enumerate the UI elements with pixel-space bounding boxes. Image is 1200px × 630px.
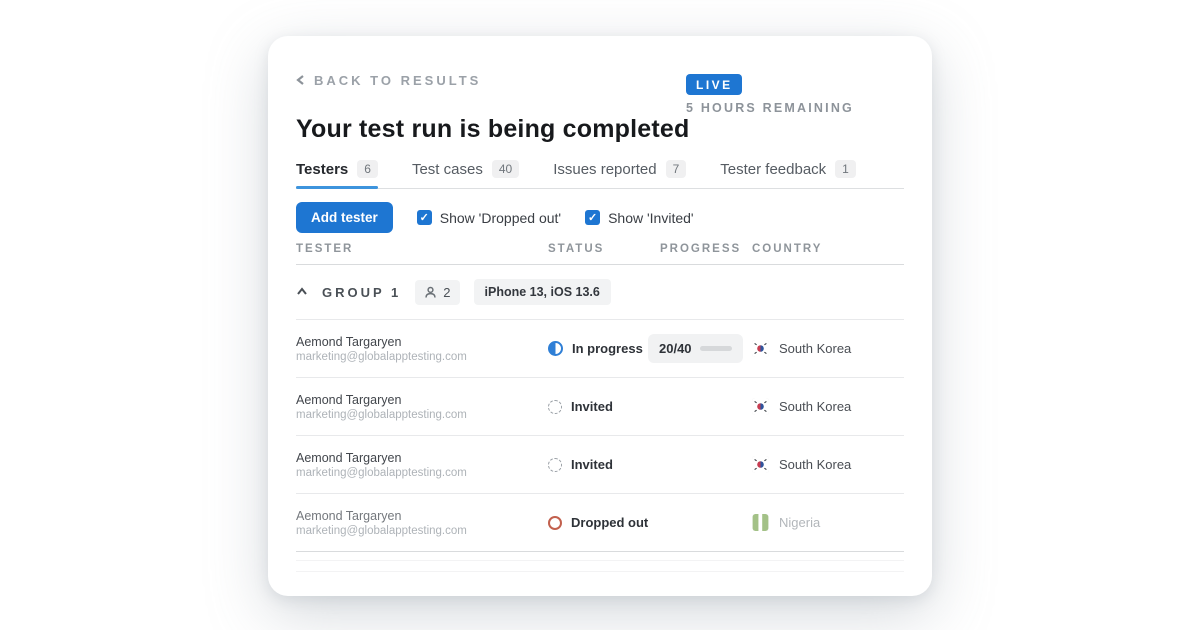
chevron-up-icon[interactable] <box>296 286 308 298</box>
tab-issues-reported-count: 7 <box>666 160 687 178</box>
table-row[interactable]: Aemond Targaryen marketing@globalapptest… <box>296 436 904 493</box>
toolbar: Add tester ✓ Show 'Dropped out' ✓ Show '… <box>296 202 904 233</box>
collapsed-row-edge <box>296 560 904 561</box>
progress-bar <box>700 346 732 351</box>
tab-tester-feedback-count: 1 <box>835 160 856 178</box>
tabs-divider <box>296 188 904 189</box>
south-korea-flag-icon <box>752 398 769 415</box>
tab-testers-label: Testers <box>296 161 348 178</box>
status-label: In progress <box>572 341 643 356</box>
page-title: Your test run is being completed <box>296 115 904 144</box>
country-label: Nigeria <box>779 515 820 530</box>
tab-testers-count: 6 <box>357 160 378 178</box>
tester-name: Aemond Targaryen <box>296 451 548 465</box>
group-member-count: 2 <box>443 285 450 300</box>
progress-cell: 20/40 <box>660 334 752 363</box>
column-header-country: COUNTRY <box>752 243 904 255</box>
south-korea-flag-icon <box>752 456 769 473</box>
chevron-left-icon <box>296 75 306 85</box>
checkbox-checked-icon[interactable]: ✓ <box>417 210 432 225</box>
tester-cell: Aemond Targaryen marketing@globalapptest… <box>296 393 548 421</box>
tab-test-cases[interactable]: Test cases 40 <box>412 160 519 188</box>
tab-issues-reported[interactable]: Issues reported 7 <box>553 160 686 188</box>
country-cell: Nigeria <box>752 514 904 531</box>
column-header-status: STATUS <box>548 243 660 255</box>
show-dropped-out-label[interactable]: Show 'Dropped out' <box>440 210 561 226</box>
country-label: South Korea <box>779 399 851 414</box>
tester-email: marketing@globalapptesting.com <box>296 351 548 363</box>
table-row[interactable]: Aemond Targaryen marketing@globalapptest… <box>296 494 904 551</box>
country-label: South Korea <box>779 341 851 356</box>
country-cell: South Korea <box>752 340 904 357</box>
tester-email: marketing@globalapptesting.com <box>296 525 548 537</box>
nigeria-flag-icon <box>752 514 769 531</box>
tab-issues-reported-label: Issues reported <box>553 161 656 178</box>
status-cell: In progress <box>548 341 660 356</box>
status-cell: Invited <box>548 399 660 414</box>
table-row[interactable]: Aemond Targaryen marketing@globalapptest… <box>296 320 904 377</box>
tester-cell: Aemond Targaryen marketing@globalapptest… <box>296 509 548 537</box>
tab-test-cases-count: 40 <box>492 160 519 178</box>
show-invited-label[interactable]: Show 'Invited' <box>608 210 694 226</box>
group-device-chip: iPhone 13, iOS 13.6 <box>474 279 611 305</box>
country-cell: South Korea <box>752 456 904 473</box>
table-row[interactable]: Aemond Targaryen marketing@globalapptest… <box>296 378 904 435</box>
status-label: Invited <box>571 399 613 414</box>
status-label: Invited <box>571 457 613 472</box>
tab-tester-feedback[interactable]: Tester feedback 1 <box>720 160 856 188</box>
tester-name: Aemond Targaryen <box>296 393 548 407</box>
live-badge: LIVE <box>686 74 742 95</box>
collapsed-row-edge <box>296 571 904 572</box>
tester-name: Aemond Targaryen <box>296 335 548 349</box>
tester-cell: Aemond Targaryen marketing@globalapptest… <box>296 335 548 363</box>
status-dropped-out-icon <box>548 516 562 530</box>
time-remaining-label: 5 HOURS REMAINING <box>686 101 854 115</box>
live-status-block: LIVE 5 HOURS REMAINING <box>686 74 854 115</box>
tab-testers[interactable]: Testers 6 <box>296 160 378 188</box>
person-icon <box>424 286 437 299</box>
column-header-progress: PROGRESS <box>660 243 752 255</box>
row-divider <box>296 551 904 552</box>
south-korea-flag-icon <box>752 340 769 357</box>
status-invited-icon <box>548 458 562 472</box>
test-run-card: BACK TO RESULTS LIVE 5 HOURS REMAINING Y… <box>268 36 932 596</box>
table-header-row: TESTER STATUS PROGRESS COUNTRY <box>296 243 904 264</box>
progress-ratio: 20/40 <box>659 341 692 356</box>
group-header-row[interactable]: GROUP 1 2 iPhone 13, iOS 13.6 <box>296 265 904 319</box>
show-dropped-out-checkbox[interactable]: ✓ Show 'Dropped out' <box>417 210 561 226</box>
show-invited-checkbox[interactable]: ✓ Show 'Invited' <box>585 210 694 226</box>
add-tester-button[interactable]: Add tester <box>296 202 393 233</box>
tester-email: marketing@globalapptesting.com <box>296 467 548 479</box>
progress-pill: 20/40 <box>648 334 743 363</box>
tester-email: marketing@globalapptesting.com <box>296 409 548 421</box>
back-to-results-label: BACK TO RESULTS <box>314 73 481 88</box>
country-cell: South Korea <box>752 398 904 415</box>
group-label: GROUP 1 <box>322 285 401 300</box>
tab-tester-feedback-label: Tester feedback <box>720 161 826 178</box>
tab-bar: Testers 6 Test cases 40 Issues reported … <box>296 160 904 188</box>
status-cell: Dropped out <box>548 515 660 530</box>
status-label: Dropped out <box>571 515 648 530</box>
back-to-results-link[interactable]: BACK TO RESULTS <box>296 73 481 88</box>
group-member-count-chip: 2 <box>415 280 459 305</box>
checkbox-checked-icon[interactable]: ✓ <box>585 210 600 225</box>
status-invited-icon <box>548 400 562 414</box>
country-label: South Korea <box>779 457 851 472</box>
tester-cell: Aemond Targaryen marketing@globalapptest… <box>296 451 548 479</box>
column-header-tester: TESTER <box>296 243 548 255</box>
tester-name: Aemond Targaryen <box>296 509 548 523</box>
status-in-progress-icon <box>548 341 563 356</box>
status-cell: Invited <box>548 457 660 472</box>
tab-test-cases-label: Test cases <box>412 161 483 178</box>
